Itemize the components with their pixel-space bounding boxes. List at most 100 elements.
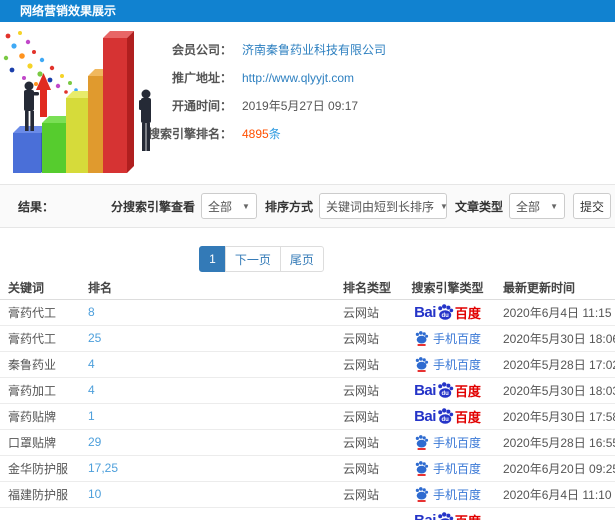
rank-link[interactable]: 4 <box>88 357 95 371</box>
keyword-cell: 膏药贴牌 <box>0 403 80 430</box>
rank-link[interactable]: 25 <box>88 331 101 345</box>
chevron-down-icon: ▼ <box>242 201 250 211</box>
updated-cell: 2020年6月4日 11:10 <box>495 481 615 508</box>
table-row: 金华防护服 17,25 云网站 Bai du 百度 <box>0 455 615 482</box>
rank-link[interactable]: 10 <box>88 487 101 501</box>
rank-type-cell: 云网站 <box>335 325 400 352</box>
mobile-baidu-paw-icon <box>415 331 429 346</box>
baidu-logo: Bai du 百度 <box>414 511 481 520</box>
baidu-paw-icon: du <box>438 304 454 320</box>
baidu-logo: Bai du 百度 <box>414 407 481 425</box>
engine-filter-select[interactable]: 全部 ▼ <box>200 193 257 219</box>
last-page-button[interactable]: 尾页 <box>279 246 324 272</box>
chevron-down-icon: ▼ <box>550 201 558 211</box>
mobile-baidu-logo: 手机百度 <box>414 434 481 451</box>
table-row: 膏药贴牌 1 云网站 Bai du 百度 2020年5月30日 17:58 <box>0 403 615 430</box>
updated-cell: 2020年6月20日 09:25 <box>495 455 615 482</box>
engine-cell: Bai du 百度 手机百度 <box>400 455 495 482</box>
next-page-button[interactable]: 下一页 <box>224 246 281 272</box>
header-rank-type: 排名类型 <box>335 276 400 300</box>
header-engine-type: 搜索引擎类型 <box>400 276 495 300</box>
mobile-baidu-paw-icon <box>415 487 429 502</box>
engine-cell: Bai du 百度 手机百度 <box>400 507 495 520</box>
mobile-baidu-paw-icon <box>415 435 429 450</box>
sort-filter-label: 排序方式 <box>264 199 313 214</box>
svg-text:du: du <box>441 391 449 397</box>
updated-cell: 2020年5月30日 18:06 <box>495 325 615 352</box>
baidu-logo: Bai du 百度 <box>414 381 481 399</box>
table-row: 膏药代工 25 云网站 Bai du 百度 <box>0 325 615 352</box>
updated-cell: 2020年5月28日 16:55 <box>495 429 615 456</box>
engine-cell: Bai du 百度 手机百度 <box>400 351 495 378</box>
page-1-button[interactable]: 1 <box>199 246 226 272</box>
svg-text:du: du <box>441 313 449 319</box>
updated-cell: 2020年5月30日 18:03 <box>495 377 615 404</box>
keyword-cell: 膏药加工 <box>0 377 80 404</box>
page-title: 网络营销效果展示 <box>0 0 615 22</box>
keyword-ranking-table: 关键词 排名 排名类型 搜索引擎类型 最新更新时间 膏药代工 8 云网站 Bai… <box>0 276 615 520</box>
keyword-cell: 膏药代工 <box>0 299 80 326</box>
rank-type-cell: 云网站 <box>335 299 400 326</box>
table-row: 福建防护服 10 云网站 Bai du 百度 <box>0 481 615 508</box>
keyword-cell: 口罩贴牌 <box>0 429 80 456</box>
table-row: Bai du 百度 手机百度 <box>0 507 615 520</box>
engine-cell: Bai du 百度 手机百度 <box>400 299 495 326</box>
article-type-select[interactable]: 全部 ▼ <box>509 193 565 219</box>
sort-filter-select[interactable]: 关键词由短到长排序 ▼ <box>318 193 448 219</box>
engine-cell: Bai du 百度 手机百度 <box>400 403 495 430</box>
chevron-down-icon: ▼ <box>440 201 448 211</box>
engine-cell: Bai du 百度 手机百度 <box>400 429 495 456</box>
engine-filter-value: 全部 <box>207 199 232 214</box>
baidu-paw-icon: du <box>438 512 454 520</box>
submit-button[interactable]: 提交 <box>573 193 611 219</box>
engine-cell: Bai du 百度 手机百度 <box>400 377 495 404</box>
marketing-bar-chart-illustration <box>3 31 151 173</box>
keyword-cell <box>0 507 80 520</box>
engine-cell: Bai du 百度 手机百度 <box>400 325 495 352</box>
engine-cell: Bai du 百度 手机百度 <box>400 481 495 508</box>
pagination-area: 1 下一页 尾页 <box>0 228 524 272</box>
rank-type-cell: 云网站 <box>335 429 400 456</box>
promo-url-link[interactable]: http://www.qlyyjt.com <box>242 71 354 85</box>
rank-link[interactable]: 1 <box>88 409 95 423</box>
updated-cell <box>495 507 615 520</box>
baidu-logo: Bai du 百度 <box>414 303 481 321</box>
mobile-baidu-paw-icon <box>415 461 429 476</box>
mobile-baidu-paw-icon <box>415 357 429 372</box>
header-updated: 最新更新时间 <box>495 276 615 300</box>
engine-filter-label: 分搜索引擎查看 <box>110 199 195 214</box>
rank-link[interactable]: 29 <box>88 435 101 449</box>
keyword-cell: 福建防护服 <box>0 481 80 508</box>
engine-rank-count: 4895 <box>242 127 269 141</box>
rank-link[interactable]: 17,25 <box>88 461 118 475</box>
mobile-baidu-logo: 手机百度 <box>414 356 481 373</box>
table-row: 膏药加工 4 云网站 Bai du 百度 2020年5月30日 18:03 <box>0 377 615 404</box>
table-row: 秦鲁药业 4 云网站 Bai du 百度 <box>0 351 615 378</box>
sort-filter-value: 关键词由短到长排序 <box>325 199 434 214</box>
keyword-cell: 金华防护服 <box>0 455 80 482</box>
mobile-baidu-logo: 手机百度 <box>414 486 481 503</box>
rank-link[interactable]: 8 <box>88 305 95 319</box>
rank-type-cell <box>335 507 400 520</box>
pagination: 1 下一页 尾页 <box>199 246 324 272</box>
rank-type-cell: 云网站 <box>335 455 400 482</box>
rank-type-cell: 云网站 <box>335 351 400 378</box>
baidu-paw-icon: du <box>438 408 454 424</box>
article-type-label: 文章类型 <box>454 199 503 214</box>
updated-cell: 2020年6月4日 11:15 <box>495 299 615 326</box>
rank-link[interactable]: 4 <box>88 383 95 397</box>
member-company-link[interactable]: 济南秦鲁药业科技有限公司 <box>242 43 386 57</box>
hero-section: 会员公司： 济南秦鲁药业科技有限公司 推广地址： http://www.qlyyjt… <box>0 22 615 184</box>
updated-cell: 2020年5月30日 17:58 <box>495 403 615 430</box>
filter-controls: 分搜索引擎查看 全部 ▼ 排序方式 关键词由短到长排序 ▼ 文章类型 全部 ▼ … <box>103 193 615 219</box>
bar-red <box>103 31 134 173</box>
rank-type-cell: 云网站 <box>335 403 400 430</box>
keyword-cell: 秦鲁药业 <box>0 351 80 378</box>
article-type-value: 全部 <box>516 199 541 214</box>
result-section-label: 结果： <box>18 199 55 214</box>
header-keyword: 关键词 <box>0 276 80 300</box>
opened-time-value: 2019年5月27日 09:17 <box>242 99 359 113</box>
engine-rank-unit: 条 <box>268 127 281 141</box>
keyword-cell: 膏药代工 <box>0 325 80 352</box>
svg-text:du: du <box>441 417 449 423</box>
